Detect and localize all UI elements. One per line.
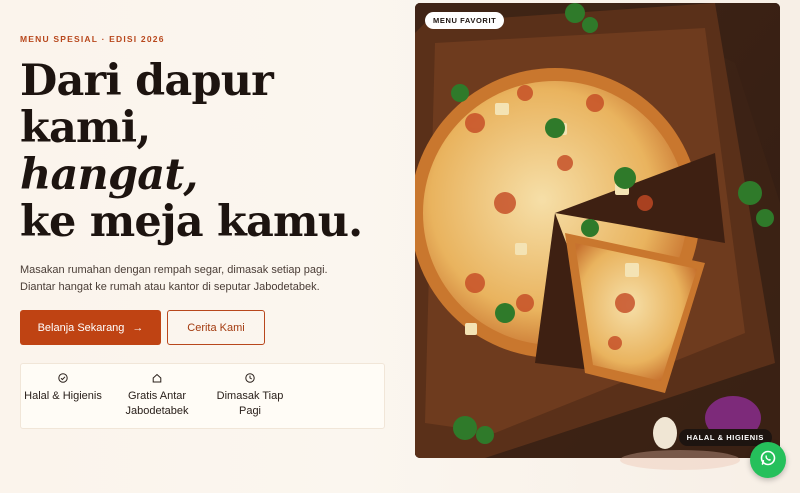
home-icon (118, 373, 196, 387)
feature-label: Gratis Antar Jabodetabek (125, 390, 189, 417)
hero-text: MENU SPESIAL · EDISI 2026 Dari dapur kam… (20, 34, 390, 345)
headline-line-4: ke meja kamu. (20, 197, 363, 247)
hero-headline: Dari dapur kami, hangat, ke meja kamu. (20, 58, 390, 246)
feature-item-delivery: Gratis Antar Jabodetabek (118, 373, 196, 419)
description-line-2: Diantar hangat ke rumah atau kantor di s… (20, 281, 320, 293)
our-story-button[interactable]: Cerita Kami (167, 310, 265, 345)
description-line-1: Masakan rumahan dengan rempah segar, dim… (20, 264, 328, 276)
feature-label: Halal & Higienis (24, 390, 102, 402)
headline-line-3: hangat, (20, 150, 198, 200)
feature-strip: Halal & Higienis Gratis Antar Jabodetabe… (20, 363, 385, 429)
feature-label: Dimasak Tiap Pagi (216, 390, 284, 417)
hero-description: Masakan rumahan dengan rempah segar, dim… (20, 262, 390, 296)
feature-item-fresh: Dimasak Tiap Pagi (209, 373, 291, 419)
decorative-glow (620, 450, 740, 470)
shop-now-button[interactable]: Belanja Sekarang → (20, 310, 161, 345)
whatsapp-button[interactable] (750, 442, 786, 478)
shop-now-label: Belanja Sekarang (37, 321, 125, 334)
headline-line-2: kami, (20, 103, 151, 153)
eyebrow-label: MENU SPESIAL · EDISI 2026 (20, 34, 165, 44)
favorite-menu-badge: MENU FAVORIT (425, 12, 505, 29)
headline-line-1: Dari dapur (20, 56, 274, 106)
cta-group: Belanja Sekarang → Cerita Kami (20, 310, 390, 345)
check-circle-icon (21, 373, 105, 387)
whatsapp-icon (759, 449, 777, 472)
clock-icon (209, 373, 291, 387)
hero-image-card: MENU FAVORIT HALAL & HIGIENIS (415, 3, 780, 458)
arrow-right-icon: → (132, 321, 144, 334)
feature-item-halal: Halal & Higienis (21, 373, 105, 404)
pizza-image (415, 3, 780, 458)
